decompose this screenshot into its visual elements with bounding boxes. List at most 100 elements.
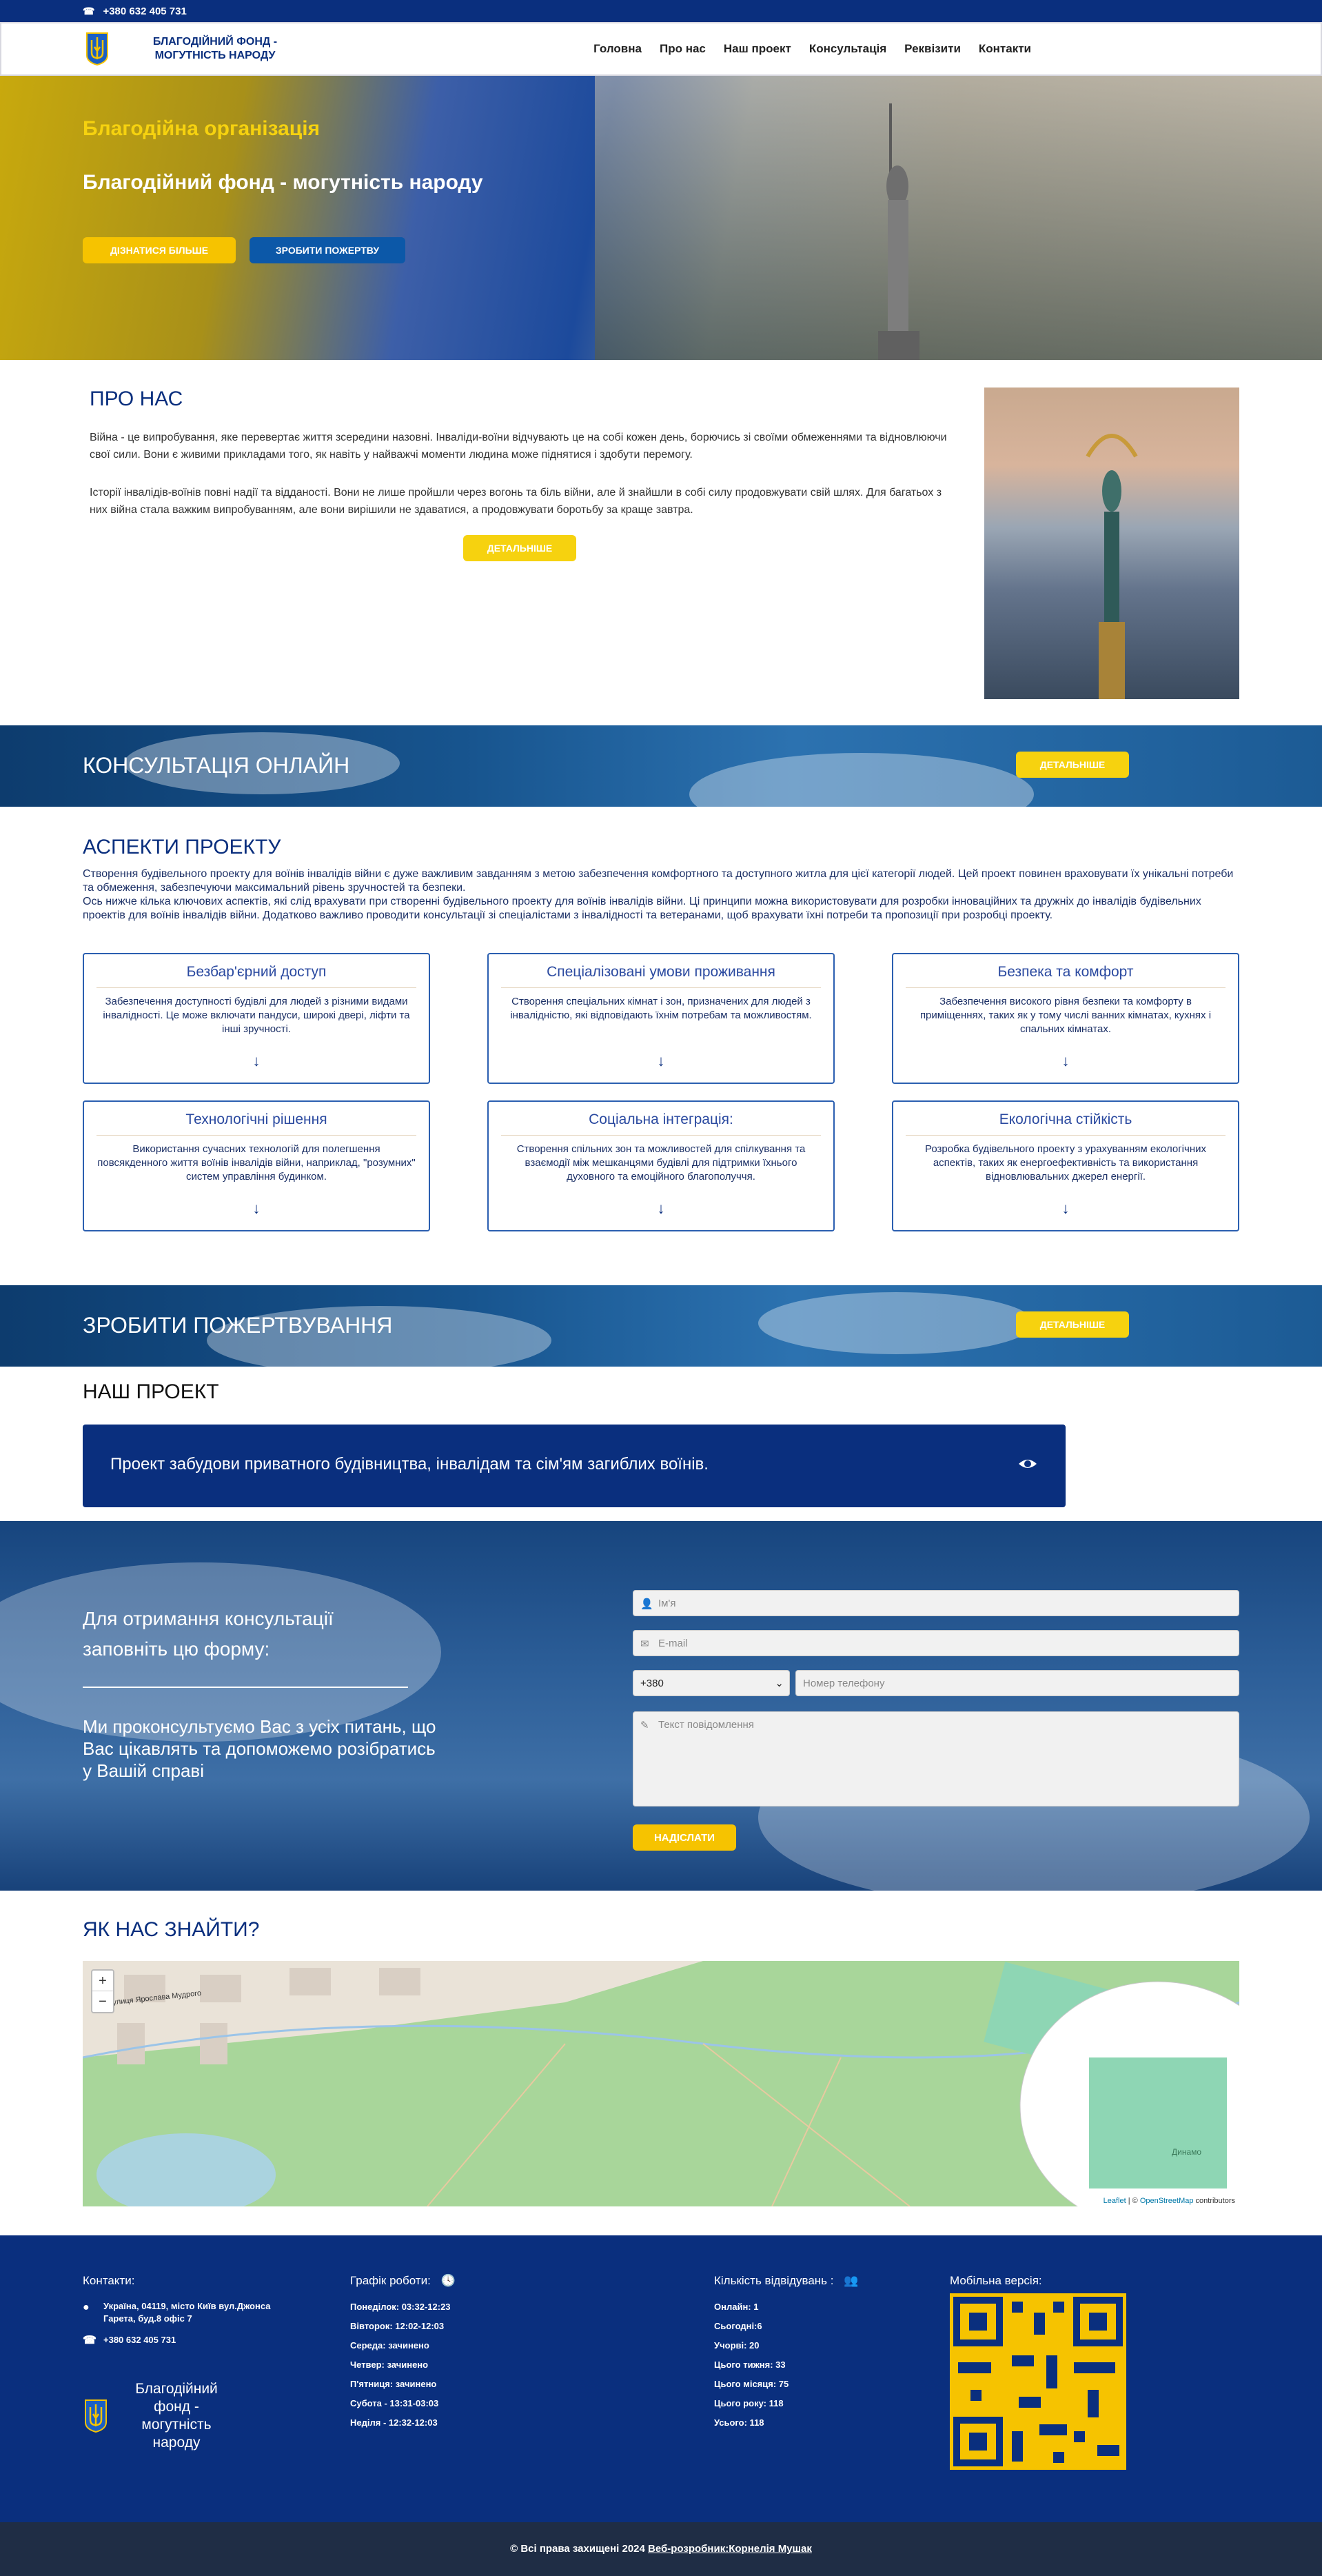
main-nav: Головна Про нас Наш проект Консультація … — [593, 42, 1031, 56]
attrib-tail: contributors — [1193, 2197, 1235, 2205]
schedule-item: Субота - 13:31-03:03 — [350, 2398, 439, 2408]
aspect-card-title: Технологічні рішення — [96, 1111, 416, 1136]
email-placeholder: E-mail — [658, 1637, 688, 1649]
about-paragraph-1: Війна - це випробування, яке перевертає … — [90, 432, 947, 461]
zoom-out-button[interactable]: − — [92, 1991, 113, 2012]
schedule-item: Понеділок: 03:32-12:23 — [350, 2302, 451, 2312]
donate-button[interactable]: ЗРОБИТИ ПОЖЕРТВУ — [250, 237, 405, 263]
consult-details-button[interactable]: ДЕТАЛЬНІШЕ — [1016, 752, 1129, 778]
donate-banner: ЗРОБИТИ ПОЖЕРТВУВАННЯ ДЕТАЛЬНІШЕ — [0, 1285, 1322, 1367]
clock-icon: 🕓 — [440, 2274, 456, 2287]
visits-item: Сьогодні:6 — [714, 2321, 762, 2331]
project-item-label: Проект забудови приватного будівництва, … — [110, 1455, 709, 1473]
hero-title: Благодійний фонд - могутність народу — [83, 171, 483, 194]
users-icon: 👥 — [844, 2274, 859, 2287]
aspect-card[interactable]: Безпека та комфорт Забезпечення високого… — [892, 953, 1239, 1084]
footer-schedule-title: Графік роботи: 🕓 — [350, 2274, 456, 2288]
arrow-down-icon[interactable]: ↓ — [658, 1200, 665, 1218]
top-bar: ☎ +380 632 405 731 — [0, 0, 1322, 22]
aspect-card-title: Безбар'єрний доступ — [96, 964, 416, 988]
about-details-button[interactable]: ДЕТАЛЬНІШЕ — [463, 535, 576, 561]
hero-background — [595, 76, 1322, 360]
hero-subtitle: Благодійна організація — [83, 117, 321, 140]
nav-requisites[interactable]: Реквізити — [904, 42, 961, 56]
osm-link[interactable]: OpenStreetMap — [1140, 2197, 1194, 2205]
aspects-intro-2: Ось нижче кілька ключових аспектів, які … — [83, 896, 1201, 921]
trident-logo-icon — [85, 2399, 107, 2433]
phone-field[interactable]: Номер телефону — [795, 1670, 1239, 1696]
map-title: ЯК НАС ЗНАЙТИ? — [83, 1918, 260, 1941]
visits-item: Цього року: 118 — [714, 2398, 784, 2408]
nav-contacts[interactable]: Контакти — [979, 42, 1031, 56]
project-item[interactable]: Проект забудови приватного будівництва, … — [83, 1425, 1066, 1507]
zoom-control: + − — [91, 1969, 114, 2013]
schedule-item: П'ятниця: зачинено — [350, 2379, 437, 2389]
location-icon: ● — [83, 2302, 90, 2313]
schedule-item: Вівторок: 12:02-12:03 — [350, 2321, 445, 2331]
leaflet-link[interactable]: Leaflet — [1104, 2197, 1126, 2205]
eye-icon[interactable] — [1017, 1453, 1038, 1474]
nav-project[interactable]: Наш проект — [724, 42, 791, 56]
aspect-card-desc: Розробка будівельного проекту з урахуван… — [924, 1143, 1206, 1183]
country-code-select[interactable]: +380 ⌄ — [633, 1670, 790, 1696]
copyright-text: © Всі права захищені 2024 — [510, 2543, 649, 2555]
cloud-shape — [758, 1292, 1034, 1354]
arrow-down-icon[interactable]: ↓ — [1062, 1052, 1070, 1070]
about-paragraph-2: Історії інвалідів-воїнів повні надії та … — [90, 487, 942, 516]
message-placeholder: Текст повідомлення — [658, 1719, 754, 1731]
footer-mobile-title: Мобільна версія: — [950, 2274, 1042, 2287]
message-field[interactable]: ✎ Текст повідомлення — [633, 1711, 1239, 1807]
visits-item: Усього: 118 — [714, 2417, 764, 2428]
qr-code-image[interactable] — [950, 2293, 1126, 2470]
aspect-card[interactable]: Безбар'єрний доступ Забезпечення доступн… — [83, 953, 430, 1084]
arrow-down-icon[interactable]: ↓ — [253, 1052, 261, 1070]
map[interactable]: Вулиця Ярослава Мудрого Динамо + − Leafl… — [83, 1961, 1239, 2206]
aspects-intro: Створення будівельного проекту для воїні… — [83, 867, 1241, 923]
arrow-down-icon[interactable]: ↓ — [253, 1200, 261, 1218]
footer-phone[interactable]: +380 632 405 731 — [103, 2335, 176, 2345]
map-tiles — [83, 1961, 1239, 2206]
aspect-card[interactable]: Соціальна інтеграція: Створення спільних… — [487, 1100, 835, 1231]
independence-monument-image — [984, 388, 1239, 699]
schedule-item: Середа: зачинено — [350, 2340, 429, 2351]
name-field[interactable]: 👤 Ім'я — [633, 1590, 1239, 1616]
monument-shape — [1086, 434, 1138, 699]
qr-pattern — [950, 2293, 1126, 2470]
aspect-card-title: Соціальна інтеграція: — [501, 1111, 821, 1136]
attrib-separator: | © — [1126, 2197, 1140, 2205]
phone-icon: ☎ — [83, 2335, 96, 2346]
consult-form-section: Для отримання консультації заповніть цю … — [0, 1521, 1322, 1891]
motherland-statue-image — [878, 103, 919, 360]
learn-more-button[interactable]: ДІЗНАТИСЯ БІЛЬШЕ — [83, 237, 236, 263]
footer-address: Україна, 04119, місто Київ вул.Джонса Га… — [103, 2301, 271, 2324]
logo[interactable]: БЛАГОДІЙНИЙ ФОНД - МОГУТНІСТЬ НАРОДУ — [84, 32, 374, 66]
visits-title-text: Кількість відвідувань : — [714, 2274, 834, 2287]
email-field[interactable]: ✉ E-mail — [633, 1630, 1239, 1656]
aspect-card[interactable]: Технологічні рішення Використання сучасн… — [83, 1100, 430, 1231]
developer-link[interactable]: Веб-розробник:Корнелія Мушак — [648, 2543, 812, 2555]
footer-logo[interactable]: Благодійний фонд - могутність народу — [83, 2380, 225, 2452]
top-phone[interactable]: +380 632 405 731 — [103, 6, 186, 17]
copyright-bar: © Всі права захищені 2024 Веб-розробник:… — [0, 2522, 1322, 2576]
visits-item: Цього місяця: 75 — [714, 2379, 789, 2389]
navbar: БЛАГОДІЙНИЙ ФОНД - МОГУТНІСТЬ НАРОДУ Гол… — [0, 22, 1322, 76]
nav-about[interactable]: Про нас — [660, 42, 706, 56]
cloud-shape — [689, 753, 1034, 807]
schedule-item: Неділя - 12:32-12:03 — [350, 2417, 438, 2428]
consult-banner: КОНСУЛЬТАЦІЯ ОНЛАЙН ДЕТАЛЬНІШЕ — [0, 725, 1322, 807]
logo-text: БЛАГОДІЙНИЙ ФОНД - МОГУТНІСТЬ НАРОДУ — [152, 36, 278, 61]
aspect-card[interactable]: Екологічна стійкість Розробка будівельно… — [892, 1100, 1239, 1231]
nav-consult[interactable]: Консультація — [809, 42, 886, 56]
consult-banner-title: КОНСУЛЬТАЦІЯ ОНЛАЙН — [83, 753, 350, 778]
nav-home[interactable]: Головна — [593, 42, 642, 56]
arrow-down-icon[interactable]: ↓ — [1062, 1200, 1070, 1218]
park-label: Динамо — [1172, 2147, 1202, 2157]
chevron-down-icon: ⌄ — [775, 1678, 784, 1689]
aspect-card-desc: Створення спільних зон та можливостей дл… — [516, 1143, 806, 1183]
submit-button[interactable]: НАДІСЛАТИ — [633, 1824, 736, 1851]
arrow-down-icon[interactable]: ↓ — [658, 1052, 665, 1070]
donate-details-button[interactable]: ДЕТАЛЬНІШЕ — [1016, 1311, 1129, 1338]
aspect-card[interactable]: Спеціалізовані умови проживання Створенн… — [487, 953, 835, 1084]
zoom-in-button[interactable]: + — [92, 1971, 113, 1991]
map-section: ЯК НАС ЗНАЙТИ? Вулиця Ярослава Мудрого Д… — [0, 1891, 1322, 2235]
